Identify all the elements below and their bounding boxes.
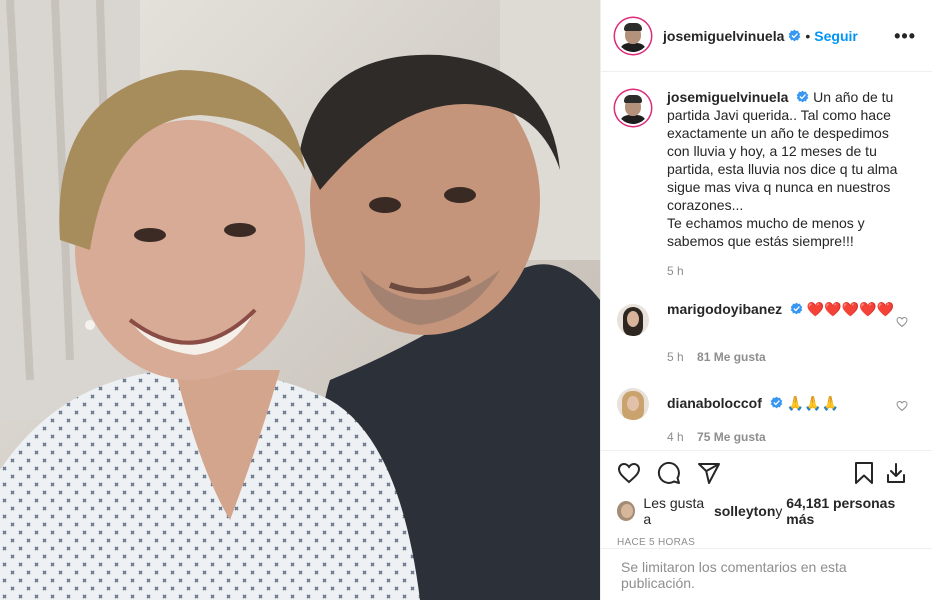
heart-icon[interactable] [617,461,641,485]
post-photo[interactable] [0,0,600,600]
commenter-avatar[interactable] [617,388,649,420]
post-actions: Les gusta a solleyton y 64,181 personas … [601,450,932,548]
likes-user[interactable]: solleyton [714,503,775,519]
comment-icon[interactable] [657,461,681,485]
comment-meta: 4 h 75 Me gusta [667,430,916,444]
comment-like-icon[interactable] [896,316,908,328]
comment-text: ❤️❤️❤️❤️❤️ [806,301,895,317]
verified-icon [790,302,803,315]
caption-time[interactable]: 5 h [667,264,916,278]
author-username[interactable]: josemiguelvinuela [663,28,784,44]
caption: josemiguelvinuela Un año de tu partida J… [617,88,916,250]
comment-likes[interactable]: 81 Me gusta [697,350,766,364]
comment-text-block: dianaboloccof 🙏🙏🙏 [667,394,905,420]
commenter-avatar[interactable] [617,304,649,336]
comments-section: josemiguelvinuela Un año de tu partida J… [601,72,932,450]
comment-author[interactable]: dianaboloccof [667,395,762,411]
comment-likes[interactable]: 75 Me gusta [697,430,766,444]
comment-author[interactable]: marigodoyibanez [667,301,782,317]
bookmark-icon[interactable] [852,461,876,485]
post-side-panel: josemiguelvinuela • Seguir ••• josemigue… [600,0,932,600]
verified-icon [789,29,801,42]
more-icon[interactable]: ••• [894,26,916,47]
verified-icon [770,396,783,409]
post-photo-image [0,0,600,600]
comment-time[interactable]: 4 h [667,430,684,444]
caption-text: Un año de tu partida Javi querida.. Tal … [667,89,898,213]
caption-author[interactable]: josemiguelvinuela [667,89,788,105]
download-icon[interactable] [884,461,908,485]
caption-text-2: Te echamos mucho de menos y sabemos que … [667,215,865,249]
follow-button[interactable]: Seguir [814,28,858,44]
post-time-ago[interactable]: HACE 5 HORAS [617,537,916,548]
author-avatar[interactable] [617,19,649,52]
comment-text: 🙏🙏🙏 [786,395,839,411]
liker-avatar[interactable] [617,501,636,521]
comment-time[interactable]: 5 h [667,350,684,364]
comment-text-block: marigodoyibanez ❤️❤️❤️❤️❤️ [667,300,905,336]
action-icons [617,451,916,495]
instagram-post: josemiguelvinuela • Seguir ••• josemigue… [0,0,932,600]
likes-line: Les gusta a solleyton y 64,181 personas … [617,495,916,527]
comment-meta: 5 h 81 Me gusta [667,350,916,364]
share-icon[interactable] [697,461,721,485]
caption-avatar[interactable] [617,92,649,124]
right-icons [852,461,916,485]
comment-item: dianaboloccof 🙏🙏🙏 [617,386,916,420]
comment-like-icon[interactable] [896,400,908,412]
comment-item: marigodoyibanez ❤️❤️❤️❤️❤️ [617,300,916,336]
caption-text-block: josemiguelvinuela Un año de tu partida J… [667,88,905,250]
likes-prefix: Les gusta a [643,495,705,527]
comments-limited-notice: Se limitaron los comentarios en esta pub… [601,548,932,600]
likes-count[interactable]: 64,181 personas más [786,495,916,527]
post-header: josemiguelvinuela • Seguir ••• [601,0,932,72]
separator-dot: • [805,27,811,44]
verified-icon [796,90,809,103]
likes-middle: y [775,503,783,519]
